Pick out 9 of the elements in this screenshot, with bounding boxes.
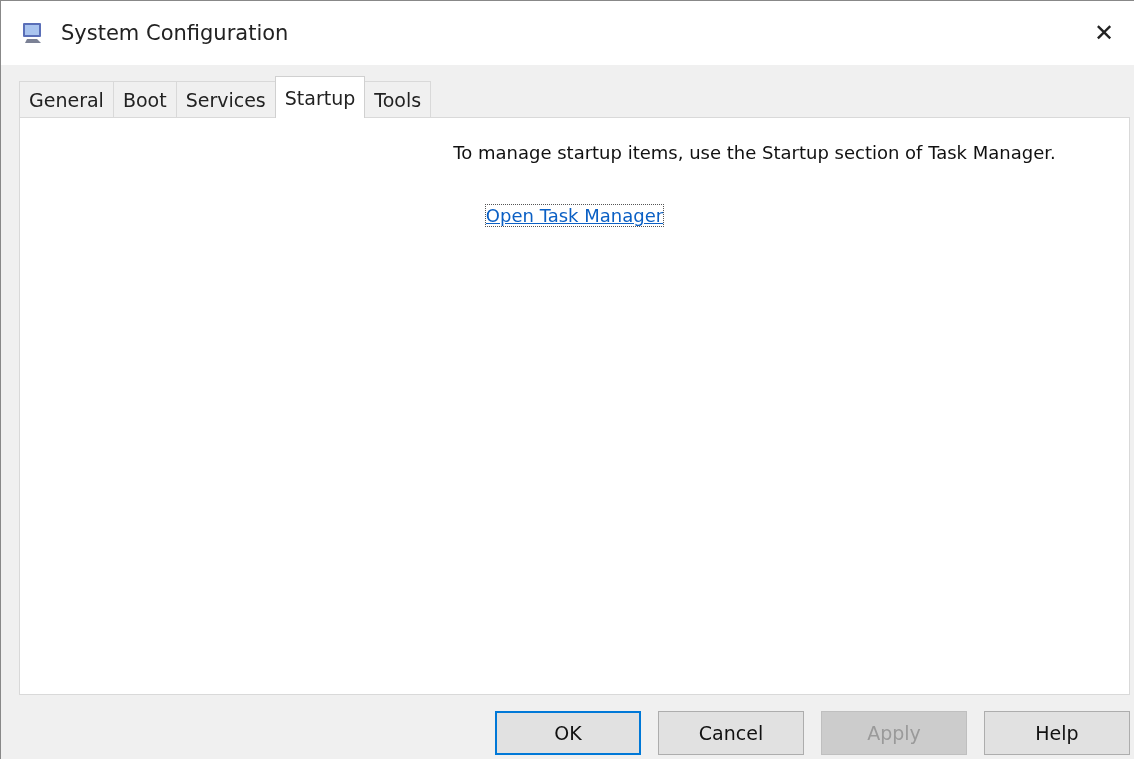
dialog-button[interactable]: Cancel [658,711,804,755]
tab[interactable]: General [19,81,114,117]
window-title: System Configuration [61,21,289,45]
tab[interactable]: Startup [274,76,366,118]
open-task-manager-link[interactable]: Open Task Manager [485,205,664,226]
dialog-button[interactable]: OK [495,711,641,755]
instruction-text: To manage startup items, use the Startup section of Task Manager. [453,142,1056,163]
tab[interactable]: Tools [364,81,432,117]
dialog-button[interactable]: Help [984,711,1130,755]
